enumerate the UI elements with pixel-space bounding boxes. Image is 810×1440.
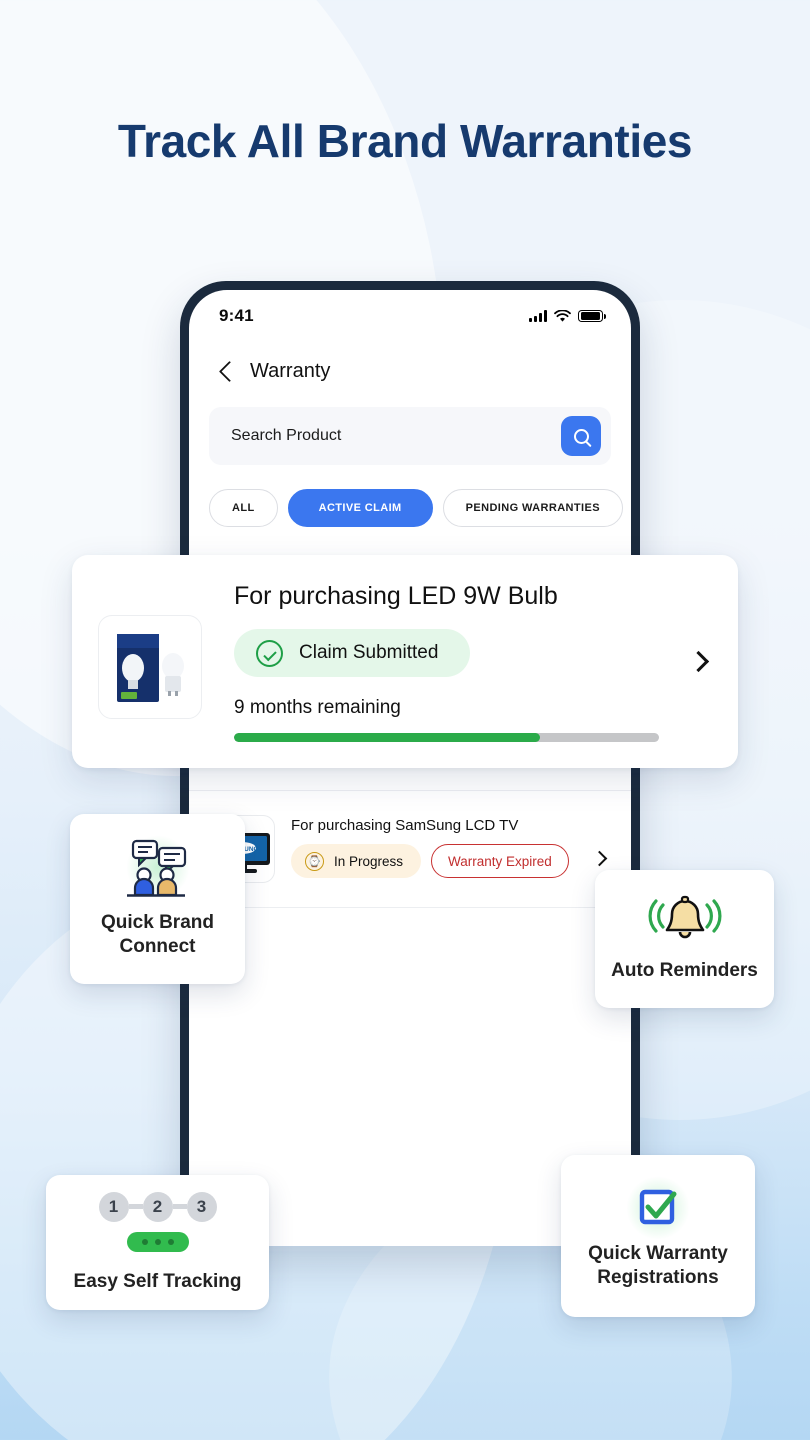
step-1: 1 <box>98 1191 129 1222</box>
highlight-status-label: Claim Submitted <box>299 642 439 663</box>
feature-card-label: Quick Warranty Registrations <box>588 1243 728 1288</box>
phone-screen: 9:41 Warranty Search Product ALL ACTIVE … <box>189 290 631 1246</box>
hourglass-icon: ⌚ <box>305 851 324 871</box>
feature-card-quick-warranty-registrations[interactable]: Quick Warranty Registrations <box>561 1155 755 1317</box>
step-link <box>172 1204 187 1210</box>
highlight-status-badge: Claim Submitted <box>234 629 471 677</box>
wifi-icon <box>554 309 571 322</box>
status-badge: ⌚ In Progress <box>291 844 422 878</box>
nav-bar: Warranty <box>189 334 631 383</box>
chevron-right-icon[interactable] <box>687 650 710 673</box>
highlight-progress-bar <box>234 733 659 742</box>
progress-dots-pill <box>126 1231 189 1252</box>
status-badges: ⌚ In Progress Warranty Expired <box>291 844 572 878</box>
feature-card-label: Easy Self Tracking <box>73 1270 242 1292</box>
highlight-card-title: For purchasing LED 9W Bulb <box>234 582 558 610</box>
feature-card-label: Quick Brand Connect <box>101 912 214 957</box>
chevron-right-icon[interactable] <box>591 850 608 867</box>
status-badge-label: In Progress <box>334 853 404 869</box>
search-bar[interactable]: Search Product <box>209 407 611 465</box>
table-row[interactable]: SAMSUNG For purchasing SamSung LCD TV ⌚ … <box>189 791 631 908</box>
row-title: For purchasing SamSung LCD TV <box>291 817 519 834</box>
filter-chip-pending-warranties[interactable]: PENDING WARRANTIES <box>442 489 623 527</box>
highlight-remaining-label: 9 months remaining <box>234 697 401 718</box>
feature-card-auto-reminders[interactable]: Auto Reminders <box>595 870 774 1008</box>
feature-card-easy-self-tracking[interactable]: 1 2 3 Easy Self Tracking <box>46 1175 269 1310</box>
step-2: 2 <box>142 1191 173 1222</box>
row-body: For purchasing SamSung LCD TV ⌚ In Progr… <box>291 815 572 878</box>
highlighted-warranty-card[interactable]: For purchasing LED 9W Bulb Claim Submitt… <box>72 555 738 768</box>
ringing-bell-icon <box>643 895 727 949</box>
nav-title: Warranty <box>250 360 331 382</box>
search-button[interactable] <box>561 416 601 456</box>
filter-chip-active-claim[interactable]: ACTIVE CLAIM <box>287 489 433 527</box>
search-input[interactable]: Search Product <box>231 427 561 445</box>
status-time: 9:41 <box>219 306 254 325</box>
cellular-signal-icon <box>529 310 547 322</box>
led-bulb-box-thumbnail <box>98 615 202 719</box>
feature-card-label: Auto Reminders <box>611 960 758 982</box>
check-circle-icon <box>256 639 283 667</box>
filter-chips: ALL ACTIVE CLAIM PENDING WARRANTIES <box>189 465 631 527</box>
chevron-left-icon[interactable] <box>219 361 232 383</box>
warranty-expired-badge: Warranty Expired <box>431 844 569 878</box>
status-bar: 9:41 <box>189 290 631 334</box>
checkbox-checked-icon <box>626 1176 690 1241</box>
filter-chip-all[interactable]: ALL <box>209 489 278 527</box>
steps-123-icon: 1 2 3 <box>98 1191 217 1252</box>
step-link <box>128 1204 143 1210</box>
people-chat-icon <box>115 835 201 901</box>
step-3: 3 <box>186 1191 217 1222</box>
feature-card-quick-brand-connect[interactable]: Quick Brand Connect <box>70 814 245 984</box>
page-title: Track All Brand Warranties <box>117 115 693 167</box>
highlight-card-body: For purchasing LED 9W Bulb Claim Submitt… <box>234 581 659 742</box>
battery-full-icon <box>578 309 606 323</box>
status-icons <box>529 309 606 323</box>
search-icon <box>573 428 589 444</box>
step-indicator: 1 2 3 <box>98 1191 217 1222</box>
